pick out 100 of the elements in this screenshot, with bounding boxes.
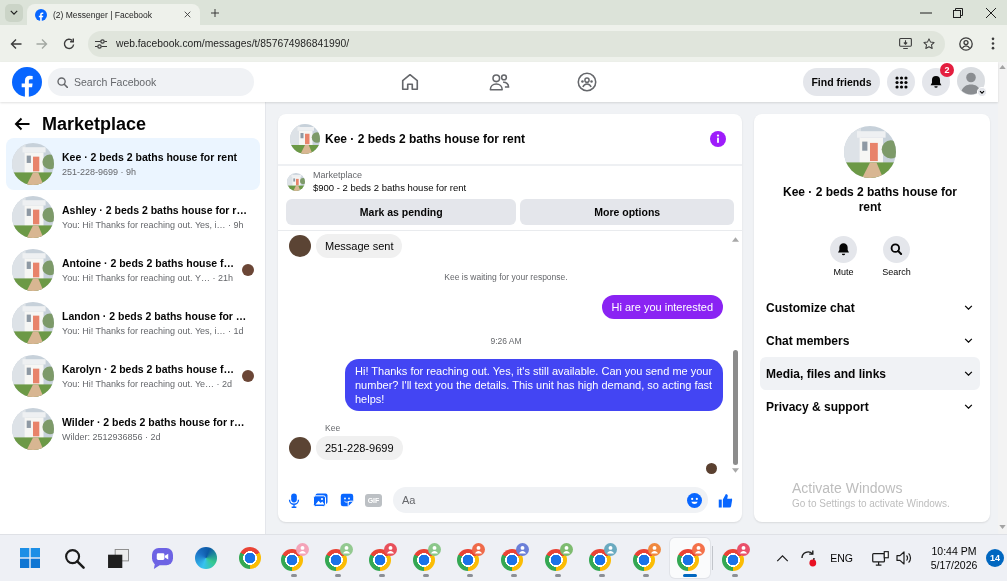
conversation-item[interactable]: Kee · 2 beds 2 baths house for rent 251-228-9699 · 9h — [6, 138, 260, 190]
windows-logo-icon — [20, 548, 40, 568]
volume-icon[interactable] — [896, 551, 912, 565]
install-app-icon[interactable] — [899, 38, 912, 49]
language-indicator[interactable]: ENG — [830, 552, 853, 564]
conversation-preview: You: Hi! Thanks for reaching out. Yes, i… · 1d — [62, 325, 244, 337]
settings-row[interactable]: Media, files and links — [760, 357, 980, 390]
emoji-icon[interactable] — [687, 492, 702, 508]
plus-icon[interactable] — [211, 8, 219, 17]
conversation-item[interactable]: Landon · 2 beds 2 baths house for … You: Hi! Thanks for reaching out. Yes, i… · 1d — [6, 297, 260, 349]
settings-row[interactable]: Chat members — [760, 324, 980, 357]
chat-app-icon — [150, 547, 174, 569]
house-photo — [12, 355, 54, 397]
tab-list-button[interactable] — [5, 3, 23, 22]
conversation-preview: You: Hi! Thanks for reaching out. Ye… · 2d — [62, 378, 233, 390]
conversation-preview: 251-228-9699 · 9h — [62, 166, 137, 178]
house-photo — [12, 408, 54, 450]
listing-label: Marketplace — [313, 170, 363, 181]
sender-name: Kee — [325, 423, 341, 433]
reload-icon[interactable] — [63, 37, 75, 50]
activation-text: Go to Settings to activate Windows. — [792, 497, 950, 510]
message-bubble: Hi are you interested — [601, 295, 723, 319]
profile-icon[interactable] — [959, 36, 973, 51]
facebook-logo[interactable] — [12, 67, 42, 97]
mute-button[interactable]: Mute — [823, 236, 864, 278]
edge-icon — [195, 547, 217, 569]
more-menu-icon[interactable] — [991, 37, 995, 50]
message-bubble: 251-228-9699 — [316, 436, 403, 460]
listing-title: $900 - 2 beds 2 baths house for rent — [313, 181, 467, 194]
conversation-title: Wilder · 2 beds 2 baths house for r… — [62, 415, 245, 429]
account-avatar-icon[interactable] — [957, 67, 987, 97]
listing-action-button[interactable]: Mark as pending — [286, 199, 517, 225]
settings-row[interactable]: Customize chat — [760, 291, 980, 324]
chevron-up-icon[interactable] — [776, 554, 790, 562]
back-arrow-icon[interactable] — [14, 117, 30, 131]
chevron-down-icon — [964, 404, 973, 409]
message-field[interactable]: Aa — [393, 487, 708, 513]
info-icon[interactable] — [710, 131, 726, 147]
notification-count-badge[interactable]: 14 — [986, 549, 1004, 567]
menu-button[interactable] — [887, 68, 915, 96]
chrome-icon — [325, 549, 347, 571]
chrome-icon — [457, 549, 479, 571]
message-bubble: Hi! Thanks for reaching out. Yes, it's still available. Can you send me your number? I'll text you the details. This unit has high demand, so acting fast helps! — [345, 359, 723, 411]
back-arrow-icon[interactable] — [10, 37, 22, 50]
conversation-item[interactable]: Karolyn · 2 beds 2 baths house f… You: Hi! Thanks for reaching out. Ye… · 2d — [6, 350, 260, 402]
chrome-icon — [633, 549, 655, 571]
house-photo — [287, 173, 305, 191]
restore-icon[interactable] — [953, 7, 963, 18]
conversation-title: Landon · 2 beds 2 baths house for … — [62, 309, 247, 323]
chrome-icon — [722, 549, 744, 571]
message-bubble: Message sent — [316, 234, 403, 258]
network-icon[interactable] — [872, 550, 889, 566]
conversation-item[interactable]: Wilder · 2 beds 2 baths house for r… Wilder: 2512936856 · 2d — [6, 403, 260, 455]
browser-tab[interactable]: (2) Messenger | Facebook — [27, 4, 200, 25]
notification-badge: 2 — [940, 63, 954, 77]
house-photo — [12, 249, 54, 291]
chrome-icon — [677, 549, 699, 571]
search-field[interactable]: Search Facebook — [48, 68, 254, 96]
bell-icon — [929, 75, 943, 89]
conversation-item[interactable]: Ashley · 2 beds 2 baths house for r… You: Hi! Thanks for reaching out. Yes, i… · 9h — [6, 191, 260, 243]
close-icon[interactable] — [986, 7, 996, 18]
find-friends-button[interactable]: Find friends — [803, 68, 880, 96]
search-icon — [57, 76, 68, 88]
clock-time[interactable]: 10:44 PM — [931, 544, 977, 558]
close-icon[interactable] — [184, 11, 191, 18]
message-timestamp: 9:26 AM — [490, 336, 522, 347]
site-settings-icon[interactable] — [95, 37, 107, 50]
sticker-icon[interactable] — [340, 493, 354, 507]
sync-icon[interactable] — [799, 549, 818, 567]
minimize-icon[interactable] — [920, 11, 932, 14]
microphone-icon[interactable] — [288, 492, 300, 508]
chevron-down-icon — [10, 10, 18, 15]
search-button[interactable]: Search — [876, 236, 917, 278]
house-photo — [844, 126, 896, 178]
conversation-item[interactable]: Antoine · 2 beds 2 baths house f… You: Hi! Thanks for reaching out. Y… · 21h — [6, 244, 260, 296]
thumbs-up-icon[interactable] — [718, 492, 733, 508]
conversation-title: Antoine · 2 beds 2 baths house f… — [62, 256, 235, 270]
clock-date[interactable]: 5/17/2026 — [930, 558, 978, 572]
chrome-icon — [545, 549, 567, 571]
conversation-title: Ashley · 2 beds 2 baths house for r… — [62, 203, 247, 217]
conversation-title: Karolyn · 2 beds 2 baths house f… — [62, 362, 235, 376]
settings-row[interactable]: Privacy & support — [760, 390, 980, 423]
groups-icon[interactable] — [577, 72, 597, 92]
status-text: Kee is waiting for your response. — [444, 272, 568, 283]
scrollbar-thumb[interactable] — [732, 350, 738, 465]
friends-icon[interactable] — [488, 72, 510, 92]
home-icon[interactable] — [400, 72, 420, 92]
chat-title: Kee · 2 beds 2 baths house for rent — [325, 132, 526, 146]
chevron-down-icon — [964, 371, 973, 376]
notifications-button[interactable] — [922, 68, 950, 96]
house-photo — [12, 143, 54, 185]
address-bar[interactable]: web.facebook.com/messages/t/857674986841990/ — [88, 30, 945, 57]
photo-icon[interactable] — [313, 493, 328, 507]
conversation-preview: Wilder: 2512936856 · 2d — [62, 431, 161, 443]
listing-action-button[interactable]: More options — [520, 199, 734, 225]
conversation-preview: You: Hi! Thanks for reaching out. Y… · 21h — [62, 272, 233, 284]
chrome-icon — [501, 549, 523, 571]
sidebar-title: Marketplace — [42, 113, 147, 136]
star-icon[interactable] — [923, 37, 935, 50]
house-photo — [12, 302, 54, 344]
